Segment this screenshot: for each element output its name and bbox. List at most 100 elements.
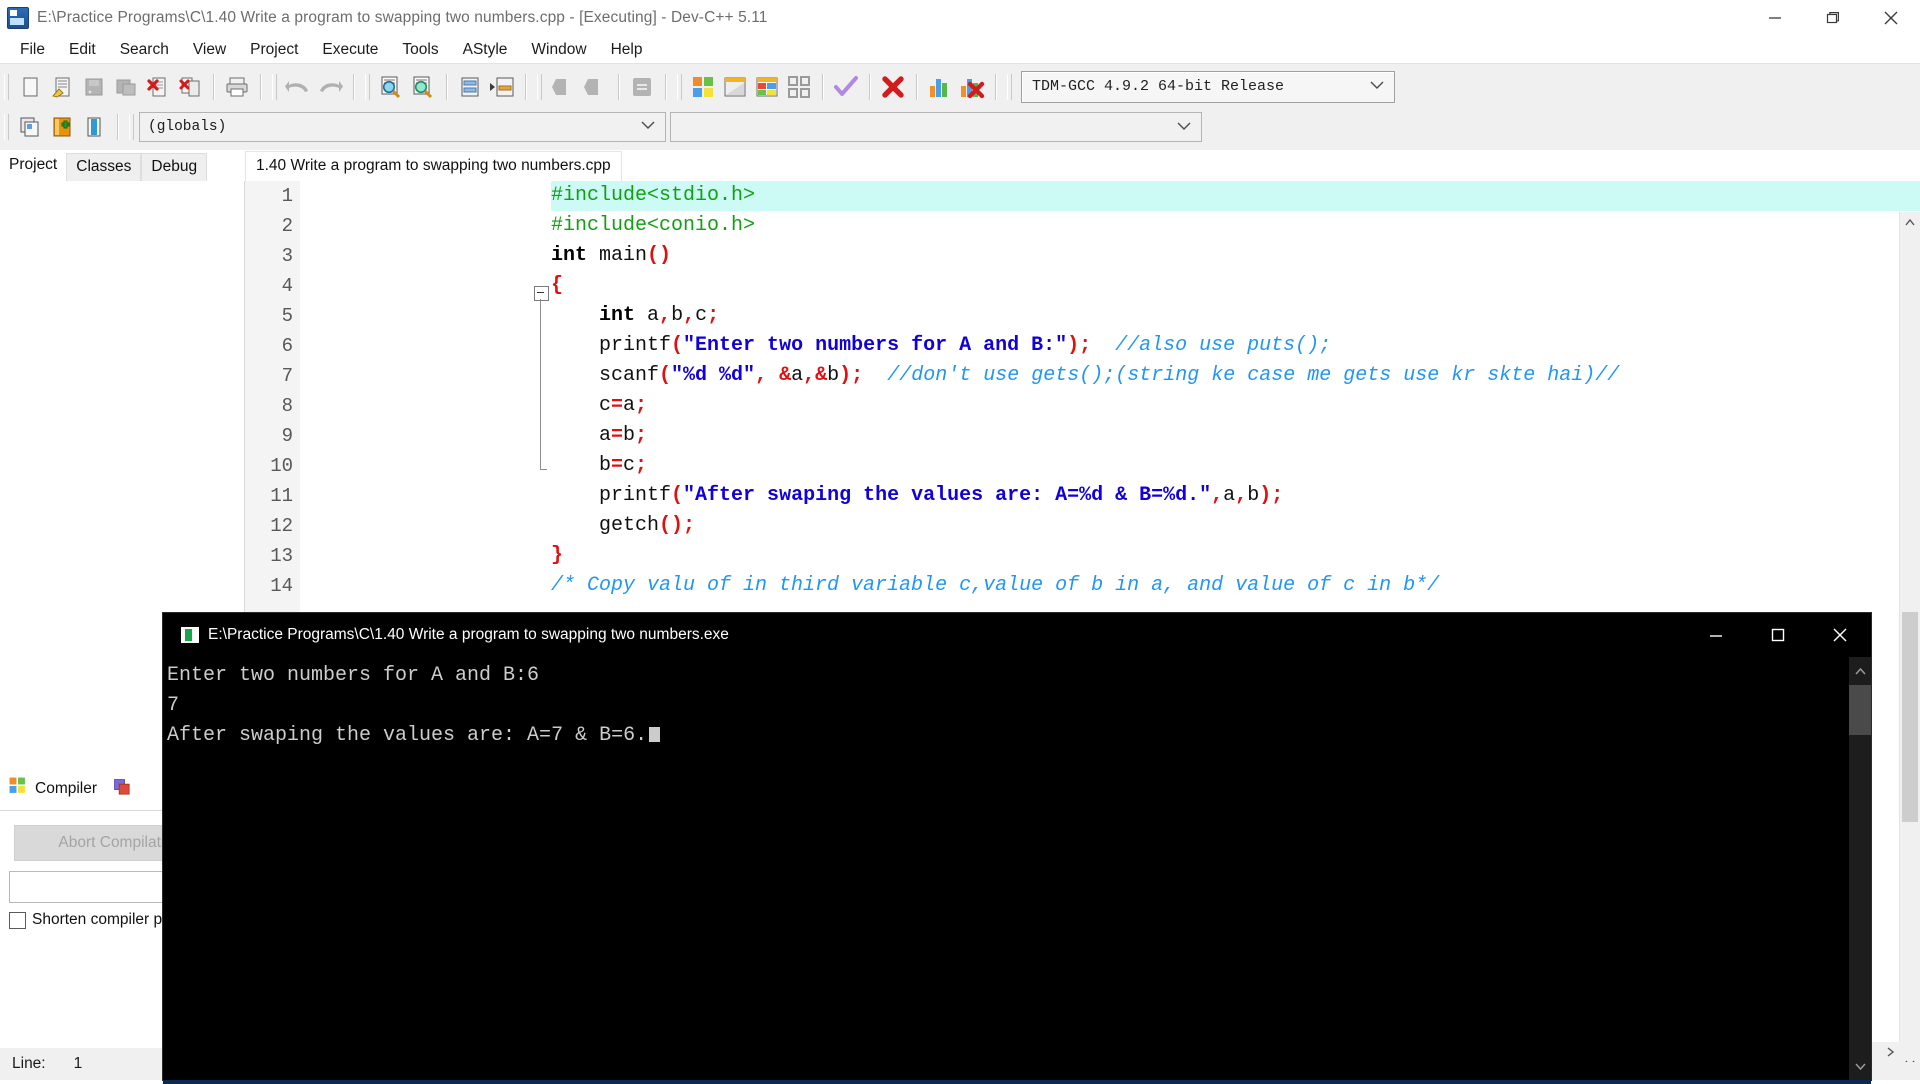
step-forward-icon[interactable]: [579, 71, 611, 103]
step-back-icon[interactable]: [547, 71, 579, 103]
menu-edit[interactable]: Edit: [57, 38, 108, 62]
scope-combo[interactable]: (globals): [139, 112, 666, 142]
tab-current-file[interactable]: 1.40 Write a program to swapping two num…: [245, 151, 622, 181]
menu-window[interactable]: Window: [519, 38, 598, 62]
goto-line-icon[interactable]: [454, 71, 486, 103]
menu-search[interactable]: Search: [108, 38, 181, 62]
console-scroll-thumb[interactable]: [1849, 685, 1871, 735]
minimize-button[interactable]: [1746, 0, 1804, 36]
insert-code-icon[interactable]: [14, 111, 46, 143]
open-file-icon[interactable]: [46, 71, 78, 103]
main-toolbar: TDM-GCC 4.9.2 64-bit Release: [0, 63, 1920, 109]
sidebar-item-classes[interactable]: Classes: [66, 153, 142, 181]
code-token: &: [815, 364, 828, 387]
menu-astyle[interactable]: AStyle: [451, 38, 520, 62]
compile-and-run-icon[interactable]: [751, 71, 783, 103]
undo-icon[interactable]: [282, 71, 314, 103]
toolbar-grip[interactable]: [272, 73, 277, 100]
rebuild-all-icon[interactable]: [783, 71, 815, 103]
toggle-bookmark-icon[interactable]: [78, 111, 110, 143]
console-maximize-button[interactable]: [1747, 613, 1809, 657]
code-line[interactable]: }: [551, 541, 1920, 571]
console-output[interactable]: Enter two numbers for A and B:6 7 After …: [163, 657, 1871, 1084]
code-token: b: [551, 454, 612, 477]
member-combo[interactable]: [670, 112, 1202, 142]
scope-combo-value: (globals): [148, 119, 227, 135]
toolbar-grip[interactable]: [537, 73, 542, 100]
close-all-icon[interactable]: [174, 71, 206, 103]
code-token: (: [659, 364, 672, 387]
toolbar-grip[interactable]: [365, 73, 370, 100]
toolbar-separator: [869, 73, 870, 100]
toolbar-grip[interactable]: [677, 73, 682, 100]
save-file-icon[interactable]: [78, 71, 110, 103]
menu-view[interactable]: View: [181, 38, 238, 62]
code-line[interactable]: a=b;: [551, 421, 1920, 451]
new-file-icon[interactable]: [14, 71, 46, 103]
console-scroll-down-icon[interactable]: [1849, 1052, 1871, 1080]
code-line[interactable]: {: [551, 271, 1920, 301]
fold-toggle-icon[interactable]: [534, 286, 549, 301]
run-icon[interactable]: [719, 71, 751, 103]
code-line[interactable]: int main(): [551, 241, 1920, 271]
console-scroll-up-icon[interactable]: [1849, 657, 1871, 685]
code-line[interactable]: int a,b,c;: [551, 301, 1920, 331]
console-close-button[interactable]: [1809, 613, 1871, 657]
toolbar-grip[interactable]: [4, 73, 9, 100]
scroll-up-icon[interactable]: [1900, 212, 1920, 232]
code-line[interactable]: #include<stdio.h>: [551, 181, 1920, 211]
scroll-down-icon[interactable]: [1900, 1053, 1920, 1062]
code-token: c: [623, 454, 636, 477]
code-line[interactable]: #include<conio.h>: [551, 211, 1920, 241]
print-icon[interactable]: [221, 71, 253, 103]
code-token: "%d %d": [671, 364, 756, 387]
find-icon[interactable]: [375, 71, 407, 103]
code-line[interactable]: printf("After swaping the values are: A=…: [551, 481, 1920, 511]
profile-analysis-icon[interactable]: [924, 71, 956, 103]
sidebar-item-debug[interactable]: Debug: [141, 153, 208, 181]
code-token: c: [695, 304, 708, 327]
close-button[interactable]: [1862, 0, 1920, 36]
syntax-check-icon[interactable]: [830, 71, 862, 103]
editor-scroll-thumb[interactable]: [1902, 612, 1918, 822]
sidebar-item-project[interactable]: Project: [0, 152, 67, 181]
shorten-compiler-paths-checkbox[interactable]: [9, 911, 26, 929]
redo-icon[interactable]: [314, 71, 346, 103]
goto-function-icon[interactable]: [486, 71, 518, 103]
toolbar-grip[interactable]: [4, 114, 9, 140]
menu-bar: File Edit Search View Project Execute To…: [0, 36, 1920, 63]
restore-button[interactable]: [1804, 0, 1862, 36]
menu-execute[interactable]: Execute: [310, 38, 390, 62]
code-line[interactable]: b=c;: [551, 451, 1920, 481]
profile-icon[interactable]: [626, 71, 658, 103]
scroll-right-icon[interactable]: [1880, 1042, 1900, 1062]
code-line[interactable]: c=a;: [551, 391, 1920, 421]
save-all-icon[interactable]: [110, 71, 142, 103]
menu-help[interactable]: Help: [599, 38, 655, 62]
code-line[interactable]: /* Copy valu of in third variable c,valu…: [551, 571, 1920, 601]
code-token: "Enter two numbers for A and B:": [683, 334, 1068, 357]
compiler-set-combo[interactable]: TDM-GCC 4.9.2 64-bit Release: [1021, 70, 1395, 103]
stop-execution-icon[interactable]: [877, 71, 909, 103]
console-minimize-button[interactable]: [1685, 613, 1747, 657]
menu-file[interactable]: File: [8, 38, 57, 62]
toolbar-grip[interactable]: [1007, 73, 1012, 100]
add-to-do-icon[interactable]: [46, 111, 78, 143]
code-line[interactable]: printf("Enter two numbers for A and B:")…: [551, 331, 1920, 361]
code-token: );: [839, 364, 864, 387]
tab-compiler[interactable]: Compiler: [0, 772, 106, 808]
editor-vertical-scrollbar[interactable]: [1899, 212, 1920, 1062]
code-line[interactable]: getch();: [551, 511, 1920, 541]
replace-icon[interactable]: [407, 71, 439, 103]
toolbar-grip[interactable]: [129, 114, 134, 140]
menu-project[interactable]: Project: [238, 38, 310, 62]
close-file-icon[interactable]: [142, 71, 174, 103]
tab-resources[interactable]: [105, 774, 148, 807]
delete-profile-icon[interactable]: [956, 71, 988, 103]
console-scrollbar[interactable]: [1849, 657, 1871, 1080]
compile-icon[interactable]: [687, 71, 719, 103]
menu-tools[interactable]: Tools: [390, 38, 450, 62]
toolbar-separator: [665, 73, 666, 100]
code-line[interactable]: scanf("%d %d", &a,&b); //don't use gets(…: [551, 361, 1920, 391]
